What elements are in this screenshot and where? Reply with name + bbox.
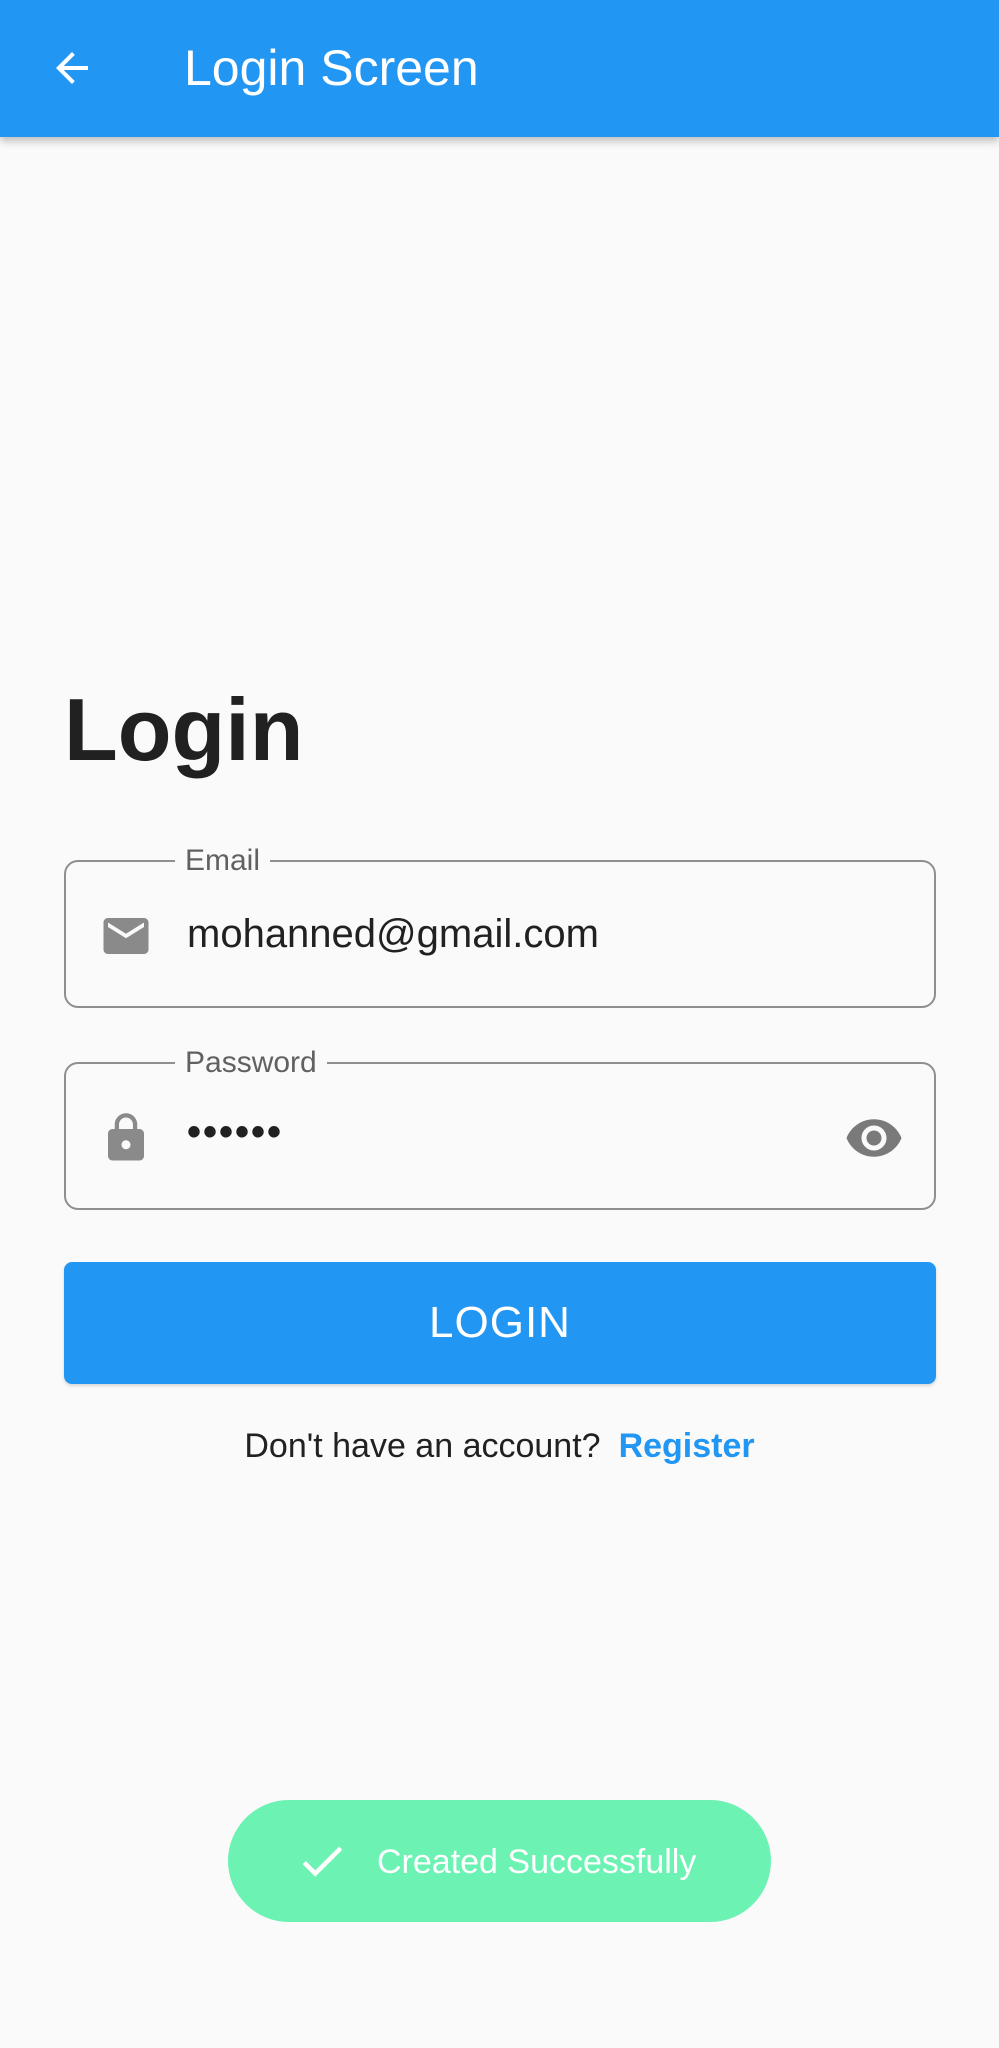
register-row: Don't have an account? Register: [0, 1424, 999, 1468]
success-toast: Created Successfully: [228, 1800, 771, 1922]
password-field[interactable]: Password ••••••: [64, 1045, 936, 1210]
password-input[interactable]: ••••••: [187, 1104, 787, 1160]
email-input[interactable]: mohanned@gmail.com: [187, 906, 787, 962]
login-button[interactable]: LOGIN: [64, 1262, 936, 1384]
eye-icon[interactable]: [840, 1104, 908, 1172]
password-label: Password: [175, 1045, 327, 1081]
lock-icon: [96, 1108, 156, 1168]
back-button[interactable]: [36, 34, 108, 106]
register-link[interactable]: Register: [619, 1427, 755, 1465]
app-bar-title: Login Screen: [184, 40, 479, 96]
email-field[interactable]: Email mohanned@gmail.com: [64, 843, 936, 1008]
register-prompt: Don't have an account?: [244, 1427, 601, 1465]
page-title: Login: [64, 680, 304, 779]
toast-message: Created Successfully: [377, 1843, 697, 1881]
email-label: Email: [175, 843, 271, 879]
email-icon: [96, 906, 156, 966]
app-bar: Login Screen: [0, 0, 999, 137]
check-icon: [292, 1831, 352, 1891]
arrow-back-icon: [48, 44, 96, 97]
